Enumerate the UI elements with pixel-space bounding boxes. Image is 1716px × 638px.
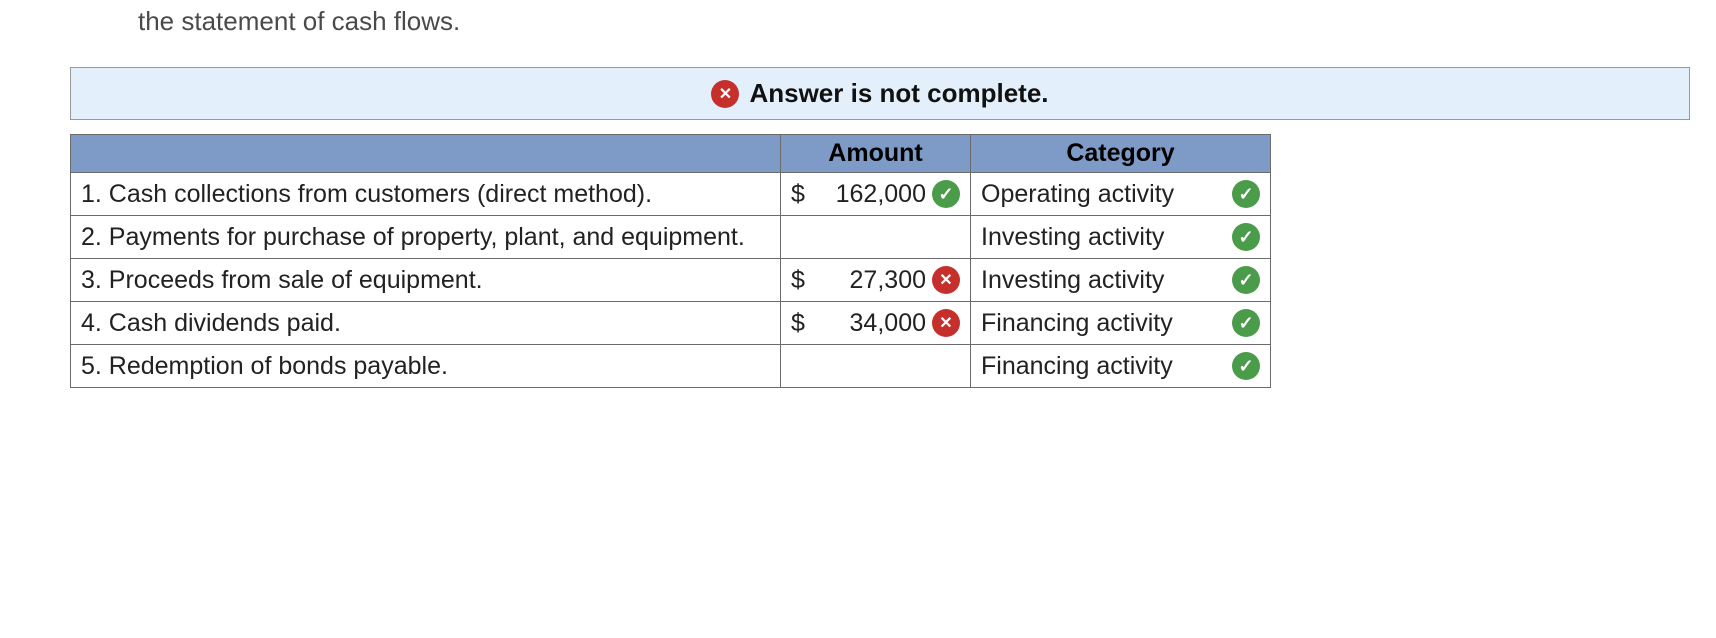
category-cell[interactable]: Financing activity xyxy=(971,302,1271,345)
header-amount: Amount xyxy=(781,135,971,173)
category-value: Investing activity xyxy=(981,266,1164,295)
category-cell[interactable]: Investing activity xyxy=(971,259,1271,302)
table-header-row: Amount Category xyxy=(71,135,1271,173)
description-cell: 1. Cash collections from customers (dire… xyxy=(71,173,781,216)
table-row: 5. Redemption of bonds payable. Financing… xyxy=(71,345,1271,388)
check-icon xyxy=(932,180,960,208)
alert-text: Answer is not complete. xyxy=(749,78,1048,109)
currency-symbol: $ xyxy=(791,309,805,338)
alert-banner: Answer is not complete. xyxy=(70,67,1690,120)
header-desc xyxy=(71,135,781,173)
amount-cell[interactable] xyxy=(781,345,971,388)
table-row: 4. Cash dividends paid.$34,000Financing … xyxy=(71,302,1271,345)
category-value: Financing activity xyxy=(981,352,1173,381)
answer-table: Amount Category 1. Cash collections from… xyxy=(70,134,1271,388)
description-cell: 4. Cash dividends paid. xyxy=(71,302,781,345)
amount-cell[interactable]: $34,000 xyxy=(781,302,971,345)
amount-value: 162,000 xyxy=(811,180,926,209)
table-row: 3. Proceeds from sale of equipment.$27,3… xyxy=(71,259,1271,302)
amount-cell[interactable]: $27,300 xyxy=(781,259,971,302)
table-row: 2. Payments for purchase of property, pl… xyxy=(71,216,1271,259)
x-icon xyxy=(711,80,739,108)
check-icon xyxy=(1232,352,1260,380)
intro-text: the statement of cash flows. xyxy=(138,6,1716,37)
check-icon xyxy=(1232,180,1260,208)
header-category: Category xyxy=(971,135,1271,173)
table-row: 1. Cash collections from customers (dire… xyxy=(71,173,1271,216)
x-icon xyxy=(932,266,960,294)
amount-cell[interactable]: $162,000 xyxy=(781,173,971,216)
currency-symbol: $ xyxy=(791,266,805,295)
x-icon xyxy=(932,309,960,337)
description-cell: 5. Redemption of bonds payable. xyxy=(71,345,781,388)
category-value: Investing activity xyxy=(981,223,1164,252)
category-value: Operating activity xyxy=(981,180,1174,209)
check-icon xyxy=(1232,309,1260,337)
check-icon xyxy=(1232,266,1260,294)
category-cell[interactable]: Financing activity xyxy=(971,345,1271,388)
check-icon xyxy=(1232,223,1260,251)
amount-value: 34,000 xyxy=(811,309,926,338)
category-cell[interactable]: Operating activity xyxy=(971,173,1271,216)
category-value: Financing activity xyxy=(981,309,1173,338)
description-cell: 2. Payments for purchase of property, pl… xyxy=(71,216,781,259)
amount-value: 27,300 xyxy=(811,266,926,295)
amount-cell[interactable] xyxy=(781,216,971,259)
currency-symbol: $ xyxy=(791,180,805,209)
category-cell[interactable]: Investing activity xyxy=(971,216,1271,259)
description-cell: 3. Proceeds from sale of equipment. xyxy=(71,259,781,302)
